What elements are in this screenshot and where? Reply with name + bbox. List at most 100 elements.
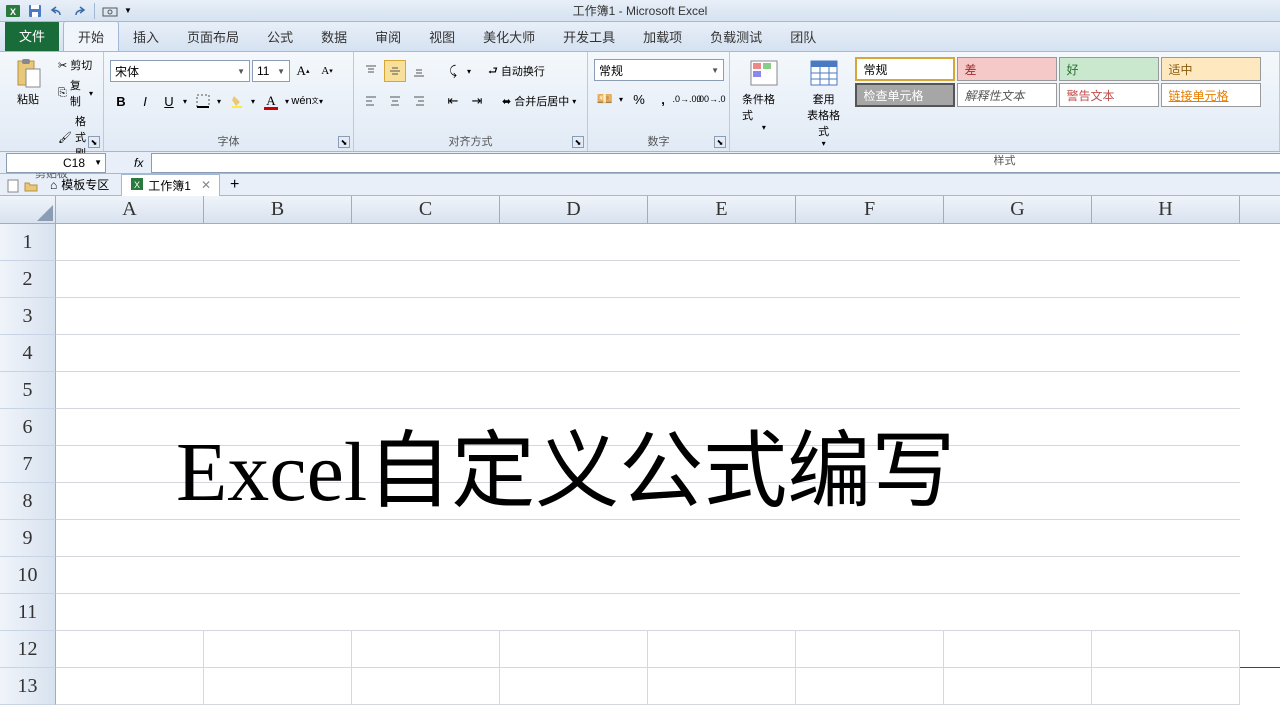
- col-header-B[interactable]: B: [204, 196, 352, 223]
- grow-font-button[interactable]: A▴: [292, 60, 314, 82]
- fill-color-button[interactable]: ▾: [226, 90, 258, 112]
- row-header-1[interactable]: 1: [0, 224, 56, 261]
- col-header-A[interactable]: A: [56, 196, 204, 223]
- redo-icon[interactable]: [69, 2, 89, 20]
- tab-view[interactable]: 视图: [415, 22, 469, 51]
- tab-review[interactable]: 审阅: [361, 22, 415, 51]
- cond-format-icon: [748, 57, 780, 89]
- tab-data[interactable]: 数据: [307, 22, 361, 51]
- row-header-7[interactable]: 7: [0, 446, 56, 483]
- ribbon: 粘贴 ✂剪切 ⎘复制▾ 🖌格式刷 剪贴板 ⬊ 宋体▼ 11▼ A▴ A▾ B I…: [0, 52, 1280, 152]
- select-all-corner[interactable]: [0, 196, 56, 223]
- tab-home[interactable]: 开始: [63, 21, 119, 51]
- col-header-G[interactable]: G: [944, 196, 1092, 223]
- workbook-tab[interactable]: X 工作簿1 ✕: [121, 174, 220, 196]
- style-link[interactable]: 链接单元格: [1161, 83, 1261, 107]
- align-left-button[interactable]: [360, 90, 382, 112]
- paste-button[interactable]: 粘贴: [6, 55, 50, 109]
- align-middle-button[interactable]: [384, 60, 406, 82]
- style-bad[interactable]: 差: [957, 57, 1057, 81]
- decrease-decimal-button[interactable]: .00→.0: [700, 88, 722, 110]
- group-font: 宋体▼ 11▼ A▴ A▾ B I U▾ ▾ ▾ A▾ wén文▾ 字体 ⬊: [104, 52, 354, 151]
- row-header-5[interactable]: 5: [0, 372, 56, 409]
- align-center-button[interactable]: [384, 90, 406, 112]
- row-header-12[interactable]: 12: [0, 631, 56, 668]
- tab-layout[interactable]: 页面布局: [173, 22, 253, 51]
- row-header-2[interactable]: 2: [0, 261, 56, 298]
- close-icon[interactable]: ✕: [201, 178, 211, 192]
- align-bottom-button[interactable]: [408, 60, 430, 82]
- row-header-4[interactable]: 4: [0, 335, 56, 372]
- bold-button[interactable]: B: [110, 90, 132, 112]
- format-as-table-button[interactable]: 套用 表格格式 ▾: [796, 55, 852, 150]
- fx-icon[interactable]: fx: [134, 156, 143, 170]
- underline-button[interactable]: U▾: [158, 90, 190, 112]
- font-size-select[interactable]: 11▼: [252, 60, 290, 82]
- conditional-format-button[interactable]: 条件格式 ▾: [736, 55, 792, 134]
- add-tab-button[interactable]: +: [224, 176, 245, 194]
- phonetic-button[interactable]: wén文▾: [294, 90, 326, 112]
- style-good[interactable]: 好: [1059, 57, 1159, 81]
- row-header-13[interactable]: 13: [0, 668, 56, 705]
- percent-button[interactable]: %: [628, 88, 650, 110]
- group-styles: 条件格式 ▾ 套用 表格格式 ▾ 常规 差 好 适中 检查单元格 解释性文本 警…: [730, 52, 1280, 151]
- row-header-6[interactable]: 6: [0, 409, 56, 446]
- wrap-text-button[interactable]: ⮐自动换行: [484, 60, 549, 83]
- increase-indent-button[interactable]: ⇥: [466, 90, 488, 112]
- style-neutral[interactable]: 适中: [1161, 57, 1261, 81]
- col-header-F[interactable]: F: [796, 196, 944, 223]
- clipboard-launcher[interactable]: ⬊: [88, 136, 100, 148]
- tab-beautify[interactable]: 美化大师: [469, 22, 549, 51]
- name-box[interactable]: C18▼: [6, 153, 106, 173]
- merge-center-button[interactable]: ⬌合并后居中▾: [498, 91, 580, 111]
- qat-dropdown-icon[interactable]: ▼: [122, 2, 134, 20]
- italic-button[interactable]: I: [134, 90, 156, 112]
- number-launcher[interactable]: ⬊: [714, 136, 726, 148]
- align-right-button[interactable]: [408, 90, 430, 112]
- row-header-9[interactable]: 9: [0, 520, 56, 557]
- style-warn[interactable]: 警告文本: [1059, 83, 1159, 107]
- increase-decimal-button[interactable]: .0→.00: [676, 88, 698, 110]
- number-format-select[interactable]: 常规▼: [594, 59, 724, 81]
- row-header-11[interactable]: 11: [0, 594, 56, 631]
- copy-icon: ⎘: [58, 87, 67, 100]
- currency-button[interactable]: 💴▾: [594, 88, 626, 110]
- align-top-button[interactable]: [360, 60, 382, 82]
- col-header-H[interactable]: H: [1092, 196, 1240, 223]
- tab-insert[interactable]: 插入: [119, 22, 173, 51]
- cut-button[interactable]: ✂剪切: [54, 55, 97, 75]
- style-check[interactable]: 检查单元格: [855, 83, 955, 107]
- cells-area[interactable]: Excel自定义公式编写: [56, 224, 1280, 705]
- font-color-button[interactable]: A▾: [260, 90, 292, 112]
- decrease-indent-button[interactable]: ⇤: [442, 90, 464, 112]
- undo-icon[interactable]: [47, 2, 67, 20]
- tab-loadtest[interactable]: 负载测试: [696, 22, 776, 51]
- alignment-launcher[interactable]: ⬊: [572, 136, 584, 148]
- comma-button[interactable]: ,: [652, 88, 674, 110]
- copy-button[interactable]: ⎘复制▾: [54, 75, 97, 111]
- style-explain[interactable]: 解释性文本: [957, 83, 1057, 107]
- title-bar: X ▼ 工作簿1 - Microsoft Excel: [0, 0, 1280, 22]
- tab-team[interactable]: 团队: [776, 22, 830, 51]
- tab-developer[interactable]: 开发工具: [549, 22, 629, 51]
- save-icon[interactable]: [25, 2, 45, 20]
- col-header-E[interactable]: E: [648, 196, 796, 223]
- font-launcher[interactable]: ⬊: [338, 136, 350, 148]
- group-clipboard: 粘贴 ✂剪切 ⎘复制▾ 🖌格式刷 剪贴板 ⬊: [0, 52, 104, 151]
- shrink-font-button[interactable]: A▾: [316, 60, 338, 82]
- row-header-3[interactable]: 3: [0, 298, 56, 335]
- orientation-button[interactable]: ⤹▾: [442, 60, 474, 82]
- chevron-down-icon: ▼: [277, 67, 285, 76]
- font-name-select[interactable]: 宋体▼: [110, 60, 250, 82]
- tab-formulas[interactable]: 公式: [253, 22, 307, 51]
- row-header-10[interactable]: 10: [0, 557, 56, 594]
- border-button[interactable]: ▾: [192, 90, 224, 112]
- tab-file[interactable]: 文件: [5, 20, 59, 51]
- excel-icon[interactable]: X: [3, 2, 23, 20]
- col-header-D[interactable]: D: [500, 196, 648, 223]
- row-header-8[interactable]: 8: [0, 483, 56, 520]
- col-header-C[interactable]: C: [352, 196, 500, 223]
- camera-icon[interactable]: [100, 2, 120, 20]
- tab-addins[interactable]: 加载项: [629, 22, 696, 51]
- style-normal[interactable]: 常规: [855, 57, 955, 81]
